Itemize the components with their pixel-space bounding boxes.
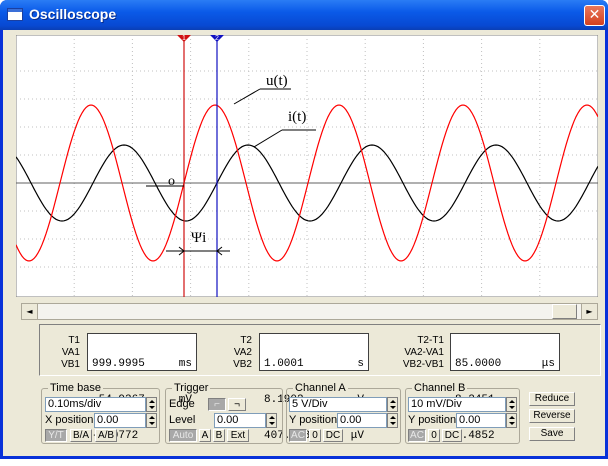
channel-a-ypos-label: Y position	[289, 414, 338, 426]
trigger-b-button[interactable]: B	[213, 429, 225, 442]
label-vb1: VB1	[61, 359, 80, 370]
x-position-spinner[interactable]	[146, 413, 157, 428]
channel-a-ac-button[interactable]: AC	[289, 429, 307, 442]
mode-yt-button[interactable]: Y/T	[45, 429, 67, 442]
channel-a-dc-button[interactable]: DC	[323, 429, 343, 442]
channel-a-group: Channel A 5 V/Div Y position 0.00 AC 0 D…	[286, 382, 401, 444]
channel-a-ypos-spinner[interactable]	[387, 413, 398, 428]
label-vb2: VB2	[233, 359, 252, 370]
value-t2-t1: 85.0000	[455, 358, 502, 370]
channel-a-title: Channel A	[293, 382, 348, 394]
timebase-scale-field[interactable]: 0.10ms/div	[45, 397, 146, 412]
trigger-auto-button[interactable]: Auto	[169, 429, 197, 442]
origin-label: o	[168, 174, 175, 189]
readout-left-values: 999.9995ms -54.9367mV -6.0772mV	[87, 333, 197, 442]
u-label: u(t)	[266, 73, 288, 89]
label-vb2-vb1: VB2-VB1	[402, 359, 444, 370]
channel-b-dc-button[interactable]: DC	[442, 429, 462, 442]
readout-right-values: 85.0000μs 8.2451V 6.4852mV	[450, 333, 560, 442]
falling-edge-icon: ¬	[234, 399, 240, 410]
label-va2: VA2	[233, 347, 252, 358]
screen-background	[16, 35, 598, 297]
trigger-group: Trigger Edge ⌐ ¬ Level 0.00 Auto A B Ext	[165, 382, 283, 444]
unit-t2: s	[357, 358, 364, 370]
edge-rising-button[interactable]: ⌐	[208, 398, 226, 411]
trigger-ext-button[interactable]: Ext	[227, 429, 249, 442]
oscilloscope-screen: 1 2 u(t) i(t) o Ψi	[16, 35, 598, 297]
cursor-2-label: 2	[215, 35, 219, 42]
label-va1: VA1	[61, 347, 80, 358]
value-t2: 1.0001	[264, 358, 304, 370]
channel-a-scale-spinner[interactable]	[387, 397, 398, 412]
close-button[interactable]: ✕	[584, 5, 605, 26]
channel-a-ground-button[interactable]: 0	[309, 429, 321, 442]
label-t1: T1	[68, 335, 80, 346]
window-icon	[7, 8, 23, 21]
reverse-button[interactable]: Reverse	[529, 409, 575, 423]
level-spinner[interactable]	[266, 413, 277, 428]
window-title: Oscilloscope	[29, 6, 117, 22]
label-va2-va1: VA2-VA1	[404, 347, 444, 358]
level-label: Level	[169, 414, 196, 426]
scroll-left-button[interactable]: ◄	[22, 304, 38, 319]
label-t2: T2	[240, 335, 252, 346]
save-button[interactable]: Save	[529, 427, 575, 441]
channel-b-scale-spinner[interactable]	[506, 397, 517, 412]
channel-b-ypos-input[interactable]: 0.00	[456, 413, 506, 428]
trigger-title: Trigger	[172, 382, 211, 394]
readout-right-labels: T2-T1 VA2-VA1 VB2-VB1	[398, 335, 444, 371]
x-position-input[interactable]: 0.00	[94, 413, 146, 428]
i-label: i(t)	[288, 109, 306, 125]
channel-b-scale-field[interactable]: 10 mV/Div	[408, 397, 506, 412]
trigger-a-button[interactable]: A	[199, 429, 211, 442]
edge-label: Edge	[169, 398, 195, 410]
title-bar[interactable]: Oscilloscope ✕	[0, 0, 608, 30]
cursor-1-label: 1	[182, 35, 186, 42]
cursor-readout-panel: T1 VA1 VB1 999.9995ms -54.9367mV -6.0772…	[39, 324, 601, 442]
rising-edge-icon: ⌐	[214, 399, 220, 410]
psi-label: Ψi	[191, 230, 206, 246]
channel-b-group: Channel B 10 mV/Div Y position 0.00 AC 0…	[405, 382, 520, 444]
channel-b-ac-button[interactable]: AC	[408, 429, 426, 442]
channel-a-scale-field[interactable]: 5 V/Div	[289, 397, 387, 412]
reduce-button[interactable]: Reduce	[529, 392, 575, 406]
readout-middle-labels: T2 VA2 VB2	[212, 335, 252, 371]
channel-b-ypos-spinner[interactable]	[506, 413, 517, 428]
readout-left-labels: T1 VA1 VB1	[40, 335, 80, 371]
unit-t1: ms	[178, 358, 192, 370]
value-t1: 999.9995	[92, 358, 145, 370]
level-input[interactable]: 0.00	[214, 413, 266, 428]
horizontal-scrollbar[interactable]: ◄ ►	[21, 303, 598, 320]
unit-t2-t1: μs	[541, 358, 555, 370]
timebase-scale-spinner[interactable]	[146, 397, 157, 412]
scroll-right-button[interactable]: ►	[581, 304, 597, 319]
edge-falling-button[interactable]: ¬	[228, 398, 246, 411]
mode-ab-button[interactable]: A/B	[95, 429, 117, 442]
channel-a-ypos-input[interactable]: 0.00	[337, 413, 387, 428]
channel-b-ypos-label: Y position	[408, 414, 457, 426]
readout-middle-values: 1.0001s 8.1902V 407.9883μV	[259, 333, 369, 442]
x-position-label: X position	[45, 414, 94, 426]
scroll-thumb[interactable]	[552, 304, 577, 319]
mode-ba-button[interactable]: B/A	[70, 429, 92, 442]
label-t2-t1: T2-T1	[417, 335, 444, 346]
timebase-title: Time base	[48, 382, 103, 394]
timebase-group: Time base 0.10ms/div X position 0.00 Y/T…	[41, 382, 160, 444]
channel-b-ground-button[interactable]: 0	[428, 429, 440, 442]
channel-b-title: Channel B	[412, 382, 468, 394]
